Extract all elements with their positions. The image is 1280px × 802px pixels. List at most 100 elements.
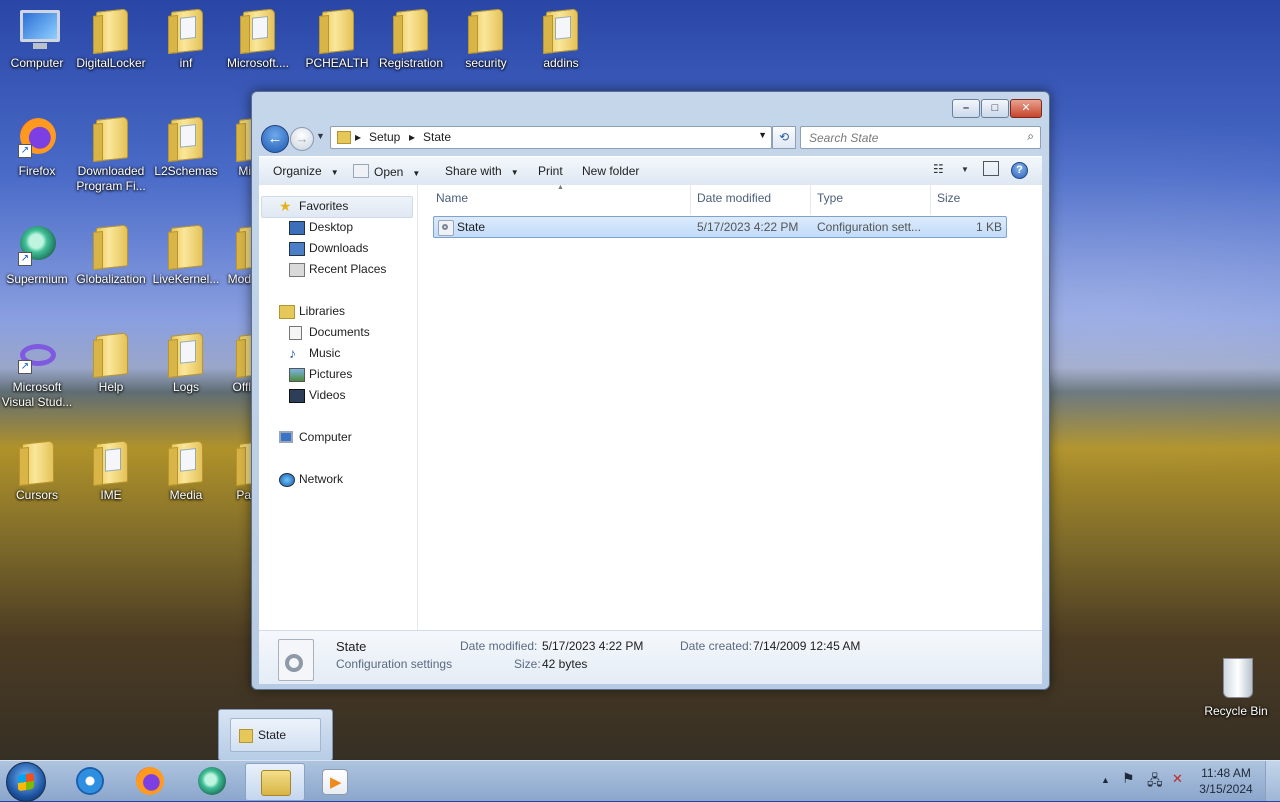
- nav-favorites[interactable]: ★ Favorites: [279, 197, 348, 215]
- open-button[interactable]: Open ▼: [353, 164, 420, 179]
- minimize-button[interactable]: –: [952, 99, 980, 118]
- details-date-created-label: Date created:: [680, 639, 753, 653]
- recent-pages-dropdown[interactable]: ▼: [316, 131, 325, 141]
- taskbar: ▶ ▲ ⚑ 🖧 ✕ 11:48 AM 3/15/2024: [0, 760, 1280, 802]
- desktop-icon-label: L2Schemas: [154, 164, 218, 178]
- change-view-icon[interactable]: ☷: [933, 162, 944, 176]
- column-divider[interactable]: [690, 185, 691, 215]
- column-header-name[interactable]: Name: [436, 191, 468, 205]
- volume-muted-icon[interactable]: ✕: [1172, 771, 1183, 787]
- nav-music[interactable]: ♪ Music: [289, 344, 340, 362]
- column-header-date-modified[interactable]: Date modified: [697, 191, 771, 205]
- system-clock[interactable]: 11:48 AM 3/15/2024: [1196, 765, 1256, 797]
- folder-icon: [171, 116, 203, 162]
- desktop-icon-downloaded-program-files[interactable]: Downloaded Program Fi...: [74, 114, 148, 194]
- chevron-down-icon[interactable]: ▼: [758, 130, 767, 140]
- desktop-icon-l2schemas[interactable]: L2Schemas: [149, 114, 223, 179]
- nav-pictures[interactable]: Pictures: [289, 365, 352, 383]
- action-center-flag-icon[interactable]: ⚑: [1122, 770, 1135, 787]
- show-hidden-icons-button[interactable]: ▲: [1101, 775, 1110, 785]
- desktop-icon-registration[interactable]: Registration: [374, 6, 448, 71]
- desktop-icon-help[interactable]: Help: [74, 330, 148, 395]
- desktop-icon-pa[interactable]: Pa: [221, 438, 251, 503]
- desktop-icon-label: Registration: [378, 56, 444, 70]
- refresh-button[interactable]: ⟲: [772, 126, 796, 149]
- desktop-icon-label: Downloaded Program Fi...: [76, 164, 146, 193]
- back-button[interactable]: ←: [261, 125, 289, 153]
- taskbar-windows-explorer[interactable]: [245, 763, 305, 801]
- desktop-icon-supermium[interactable]: ↗ Supermium: [0, 222, 74, 287]
- thumbnail-window-item[interactable]: State: [230, 718, 321, 752]
- desktop-icon-mod[interactable]: Mod: [221, 222, 251, 287]
- nav-desktop[interactable]: Desktop: [289, 218, 354, 236]
- search-box[interactable]: ⌕: [800, 126, 1041, 149]
- internet-explorer-icon: [76, 767, 104, 795]
- windows-logo-icon: [18, 772, 34, 792]
- desktop-icon-visual-studio[interactable]: ↗ Microsoft Visual Stud...: [0, 330, 74, 410]
- folder-icon: [96, 332, 128, 378]
- desktop-icon-computer[interactable]: Computer: [0, 6, 74, 71]
- nav-recent-places[interactable]: Recent Places: [289, 260, 386, 278]
- desktop-icon-security[interactable]: security: [449, 6, 523, 71]
- recycle-bin-icon: [1223, 658, 1253, 698]
- taskbar-internet-explorer[interactable]: [63, 763, 117, 799]
- address-bar[interactable]: ▸ Setup ▸ State ▼: [330, 126, 772, 149]
- desktop-icon-recycle-bin[interactable]: Recycle Bin: [1199, 654, 1273, 719]
- start-button[interactable]: [6, 762, 46, 802]
- desktop-icon-ime[interactable]: IME: [74, 438, 148, 503]
- details-date-modified-label: Date modified:: [460, 639, 538, 653]
- show-desktop-button[interactable]: [1265, 761, 1280, 801]
- new-folder-button[interactable]: New folder: [582, 164, 639, 178]
- nav-videos[interactable]: Videos: [289, 386, 345, 404]
- print-button[interactable]: Print: [538, 164, 563, 178]
- taskbar-firefox[interactable]: [123, 763, 177, 799]
- organize-button[interactable]: Organize ▼: [273, 164, 339, 178]
- close-button[interactable]: ✕: [1010, 99, 1042, 118]
- help-icon[interactable]: ?: [1011, 162, 1028, 179]
- nav-computer[interactable]: Computer: [279, 428, 352, 446]
- network-status-icon[interactable]: 🖧: [1147, 770, 1163, 794]
- taskbar-thumbnail[interactable]: State: [218, 709, 333, 761]
- desktop-icon-inf[interactable]: inf: [149, 6, 223, 71]
- maximize-button[interactable]: □: [981, 99, 1009, 118]
- navigation-pane: ★ Favorites Desktop Downloads Recent Pla…: [259, 185, 418, 630]
- column-header-type[interactable]: Type: [817, 191, 843, 205]
- desktop-icon-media[interactable]: Media: [149, 438, 223, 503]
- desktop-icon-livekernel[interactable]: LiveKernel...: [149, 222, 223, 287]
- desktop-icon-addins[interactable]: addins: [524, 6, 598, 71]
- taskbar-supermium[interactable]: [185, 763, 239, 799]
- forward-button[interactable]: →: [290, 127, 314, 151]
- taskbar-media-player[interactable]: ▶: [309, 763, 363, 799]
- column-header-size[interactable]: Size: [937, 191, 960, 205]
- nav-documents[interactable]: Documents: [289, 323, 370, 341]
- shortcut-arrow-icon: ↗: [18, 360, 32, 374]
- folder-icon: [171, 440, 203, 486]
- desktop-icon-firefox[interactable]: ↗ Firefox: [0, 114, 74, 179]
- column-divider[interactable]: [930, 185, 931, 215]
- nav-network[interactable]: Network: [279, 470, 343, 488]
- chevron-down-icon[interactable]: ▼: [961, 165, 969, 174]
- desktop-icon-globalization[interactable]: Globalization: [74, 222, 148, 287]
- desktop-icon-offline[interactable]: Offl: [221, 330, 251, 395]
- breadcrumb-setup[interactable]: Setup: [369, 130, 400, 144]
- share-with-button[interactable]: Share with ▼: [445, 164, 519, 178]
- search-input[interactable]: [807, 127, 1011, 148]
- column-divider[interactable]: [810, 185, 811, 215]
- desktop-icon-mi[interactable]: Mi: [221, 114, 251, 179]
- breadcrumb-state[interactable]: State: [423, 130, 451, 144]
- nav-downloads[interactable]: Downloads: [289, 239, 368, 257]
- search-icon[interactable]: ⌕: [1027, 129, 1034, 144]
- network-icon: [279, 473, 295, 487]
- file-row[interactable]: State 5/17/2023 4:22 PM Configuration se…: [433, 216, 1007, 238]
- desktop-icon-microsoft[interactable]: Microsoft....: [221, 6, 295, 71]
- desktop-icon-label: DigitalLocker: [76, 56, 146, 70]
- desktop-icon-digitallocker[interactable]: DigitalLocker: [74, 6, 148, 71]
- preview-pane-icon[interactable]: [983, 161, 999, 176]
- desktop-icon-logs[interactable]: Logs: [149, 330, 223, 395]
- desktop-icon-pchealth[interactable]: PCHEALTH: [300, 6, 374, 71]
- desktop-icon-cursors[interactable]: Cursors: [0, 438, 74, 503]
- desktop-icon-label: LiveKernel...: [152, 272, 220, 286]
- nav-desktop-label: Desktop: [309, 220, 354, 234]
- maximize-icon: □: [991, 102, 999, 114]
- nav-libraries[interactable]: Libraries: [279, 302, 345, 320]
